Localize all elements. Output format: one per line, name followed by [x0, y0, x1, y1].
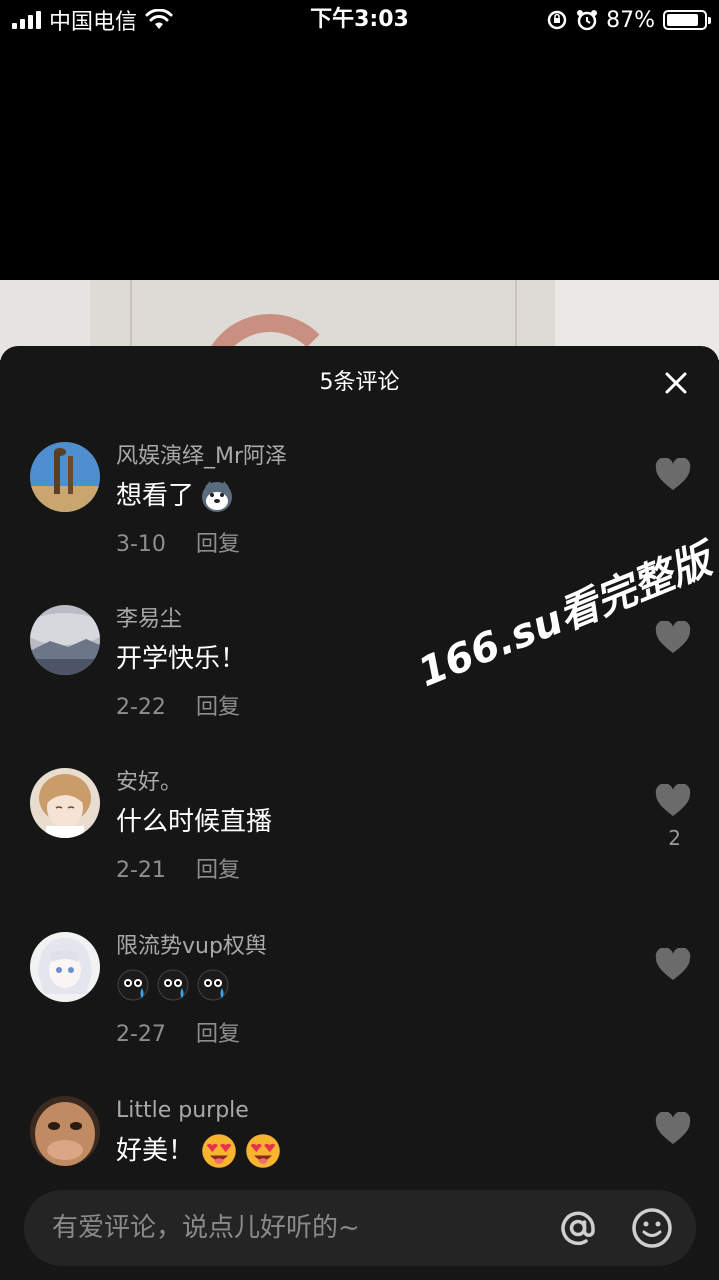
comment-text: 开学快乐！ — [116, 641, 246, 677]
comment-sheet: 5条评论 风娱演绎_Mr阿泽 想看了 3-10 回复 李易尘 开学快乐！ 2-2… — [0, 346, 719, 1280]
close-icon[interactable] — [663, 370, 689, 396]
avatar[interactable] — [30, 1096, 100, 1166]
comment-date: 2-22 — [116, 695, 166, 720]
status-right: 87% — [546, 6, 711, 34]
crying-emoji-icon — [197, 969, 229, 1001]
comment-text: 好美！ — [116, 1132, 282, 1170]
crying-emoji-icon — [157, 969, 189, 1001]
comment-input[interactable]: 有爱评论，说点儿好听的~ — [24, 1190, 696, 1266]
comment-body: 想看了 — [116, 481, 195, 511]
status-bar: 中国电信 下午3:03 87% — [0, 0, 719, 40]
battery-fill — [667, 14, 699, 26]
heart-eyes-emoji-icon — [246, 1134, 280, 1168]
comment-body: 什么时候直播 — [116, 807, 273, 837]
comment-meta: 3-10 回复 — [116, 530, 240, 560]
comment-date: 2-27 — [116, 1022, 166, 1047]
heart-icon[interactable] — [655, 458, 691, 492]
comment-date: 2-21 — [116, 858, 166, 883]
reply-button[interactable]: 回复 — [196, 858, 240, 883]
heart-icon[interactable] — [655, 784, 691, 818]
heart-icon[interactable] — [655, 948, 691, 982]
comment-author[interactable]: Little purple — [116, 1096, 249, 1126]
comment-text: 想看了 — [116, 478, 234, 514]
comment-meta: 2-27 回复 — [116, 1020, 240, 1050]
orientation-lock-icon — [547, 10, 567, 30]
comment-input-bar: 有爱评论，说点儿好听的~ — [0, 1176, 719, 1280]
heart-icon[interactable] — [655, 621, 691, 655]
alarm-icon — [577, 10, 598, 31]
avatar[interactable] — [30, 442, 100, 512]
comment-text — [116, 968, 230, 1002]
comment-meta: 2-21 回复 — [116, 856, 240, 886]
comment-author[interactable]: 风娱演绎_Mr阿泽 — [116, 442, 287, 472]
comment-body: 开学快乐！ — [116, 644, 247, 674]
reply-button[interactable]: 回复 — [196, 532, 240, 557]
heart-icon[interactable] — [655, 1112, 691, 1146]
heart-eyes-emoji-icon — [202, 1134, 236, 1168]
like-count: 2 — [668, 826, 681, 850]
comment-body: 好美！ — [116, 1136, 195, 1166]
input-placeholder: 有爱评论，说点儿好听的~ — [52, 1213, 360, 1243]
comment-author[interactable]: 限流势vup权舆 — [116, 932, 267, 962]
husky-emoji-icon — [202, 481, 233, 512]
comment-author[interactable]: 安好。 — [116, 768, 182, 798]
comment-item: 李易尘 开学快乐！ 2-22 回复 — [0, 605, 719, 765]
battery-percent: 87% — [606, 7, 655, 33]
comment-item: 安好。 什么时候直播 2-21 回复 2 — [0, 768, 719, 928]
reply-button[interactable]: 回复 — [196, 695, 240, 720]
avatar[interactable] — [30, 768, 100, 838]
reply-button[interactable]: 回复 — [196, 1022, 240, 1047]
sheet-title: 5条评论 — [319, 370, 400, 395]
battery-icon — [663, 10, 711, 30]
comment-author[interactable]: 李易尘 — [116, 605, 182, 635]
avatar[interactable] — [30, 932, 100, 1002]
avatar[interactable] — [30, 605, 100, 675]
comment-item: 限流势vup权舆 2-27 回复 — [0, 932, 719, 1092]
smile-icon[interactable] — [630, 1206, 674, 1250]
at-icon[interactable] — [556, 1206, 600, 1250]
comment-date: 3-10 — [116, 532, 166, 557]
comment-text: 什么时候直播 — [116, 804, 272, 840]
crying-emoji-icon — [117, 969, 149, 1001]
comment-meta: 2-22 回复 — [116, 693, 240, 723]
